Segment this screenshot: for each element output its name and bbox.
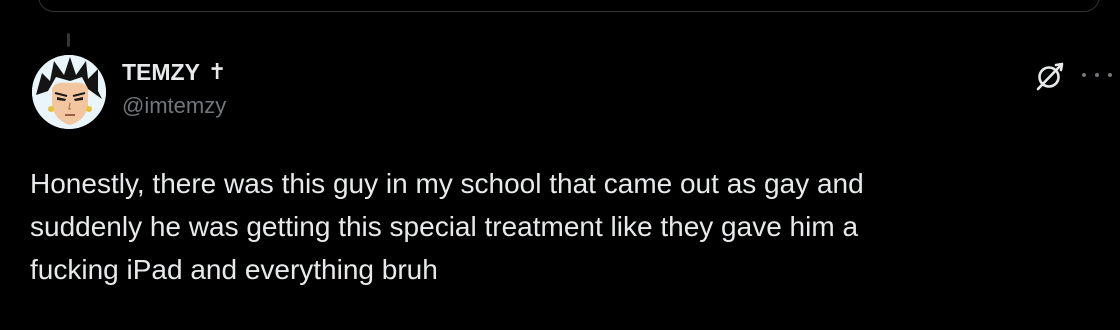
grok-icon[interactable] [1032,58,1068,94]
author-display-name[interactable]: TEMZY [122,58,200,86]
more-dot [1095,73,1099,77]
previous-post-card [38,0,1100,12]
avatar-image [32,55,106,129]
more-dot [1082,73,1086,77]
more-options-icon[interactable] [1082,62,1112,88]
avatar[interactable] [32,55,106,129]
author-display-name-row[interactable]: TEMZY ✝ [122,58,226,86]
cross-emoji-icon: ✝ [207,59,227,84]
more-dot [1108,73,1112,77]
post-text: Honestly, there was this guy in my schoo… [30,168,864,285]
grok-icon-svg [1036,62,1064,91]
post-author: TEMZY ✝ @imtemzy [122,58,226,120]
thread-connector-line [67,33,70,47]
author-handle[interactable]: @imtemzy [122,92,226,120]
